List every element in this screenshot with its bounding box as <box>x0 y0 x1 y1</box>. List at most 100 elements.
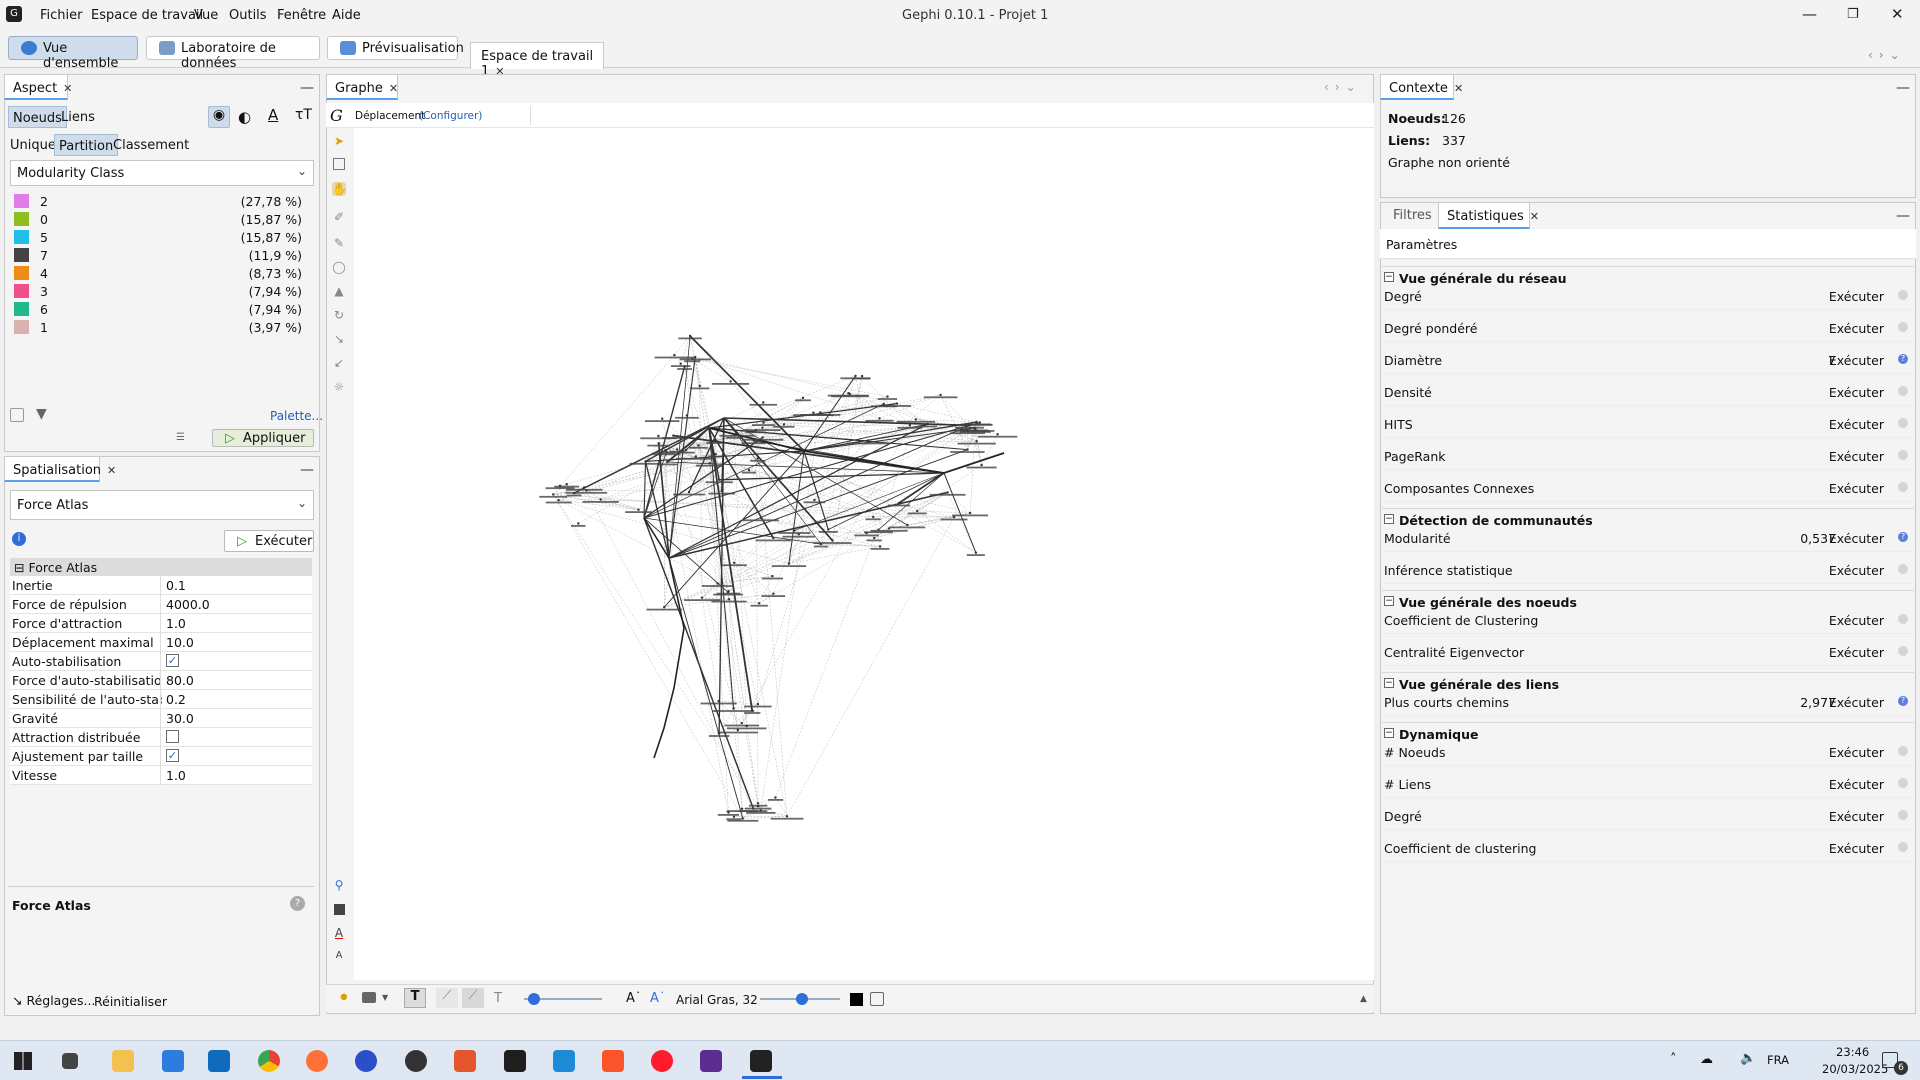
execute-button[interactable]: Exécuter <box>1829 563 1884 578</box>
node[interactable] <box>657 442 660 445</box>
execute-button[interactable]: Exécuter <box>1829 417 1884 432</box>
minimize-panel-icon[interactable]: — <box>1896 208 1910 224</box>
node[interactable] <box>774 796 777 799</box>
tab-statistiques[interactable]: Statistiques ✕ <box>1438 202 1539 229</box>
report-icon[interactable]: ? <box>1898 532 1908 542</box>
task-view-icon[interactable] <box>62 1053 78 1069</box>
label-color-swatch[interactable] <box>850 993 863 1006</box>
close-icon[interactable]: ✕ <box>107 464 116 477</box>
node[interactable] <box>752 439 755 442</box>
edge[interactable] <box>878 472 945 531</box>
expand-icon[interactable]: ▲ <box>1360 994 1367 1004</box>
node[interactable] <box>661 417 664 420</box>
node[interactable] <box>756 457 759 460</box>
heat-icon[interactable]: ☼ <box>332 380 346 394</box>
label-color-icon[interactable]: A <box>268 106 278 124</box>
tab-noeuds[interactable]: Noeuds <box>8 106 67 128</box>
node[interactable] <box>756 805 760 808</box>
execute-button[interactable]: Exécuter <box>1829 645 1884 660</box>
parameters-bar[interactable]: Paramètres <box>1380 229 1916 259</box>
node[interactable] <box>740 807 744 810</box>
node[interactable] <box>939 393 942 397</box>
node[interactable] <box>926 422 929 426</box>
edge[interactable] <box>658 435 908 526</box>
partition-color-swatch[interactable] <box>14 212 29 226</box>
app-icon[interactable] <box>454 1050 476 1072</box>
node[interactable] <box>717 699 720 703</box>
edge[interactable] <box>828 472 945 530</box>
node[interactable] <box>812 411 815 414</box>
brush-icon[interactable]: ✎ <box>332 236 346 250</box>
node[interactable] <box>966 448 969 451</box>
slider-handle[interactable] <box>528 993 540 1005</box>
node[interactable] <box>717 732 721 735</box>
help-icon[interactable]: ? <box>290 896 305 911</box>
property-value[interactable]: 1.0 <box>166 768 186 783</box>
menu-fenetre[interactable]: Fenêtre <box>277 8 326 23</box>
mode-partition[interactable]: Partition <box>54 134 119 156</box>
partition-color-swatch[interactable] <box>14 194 29 208</box>
node[interactable] <box>974 551 978 554</box>
node[interactable] <box>761 426 764 429</box>
edge[interactable] <box>643 517 729 593</box>
lightbulb-icon[interactable]: ⚫ <box>338 990 350 1006</box>
node[interactable] <box>872 515 875 519</box>
property-row[interactable]: Vitesse 1.0 <box>10 766 312 785</box>
node[interactable] <box>583 486 586 489</box>
node[interactable] <box>914 418 917 421</box>
tab-aspect[interactable]: Aspect ✕ <box>4 74 72 100</box>
execute-button[interactable]: Exécuter <box>1829 613 1884 628</box>
mode-unique[interactable]: Unique <box>10 138 56 153</box>
figma-icon[interactable] <box>504 1050 526 1072</box>
node[interactable] <box>714 452 717 456</box>
property-row[interactable]: Sensibilité de l'auto-stabilisa 0.2 <box>10 690 312 709</box>
node[interactable] <box>762 421 765 424</box>
node[interactable] <box>727 811 730 814</box>
execute-button[interactable]: Exécuter <box>1829 777 1884 792</box>
screenshot-icon[interactable] <box>362 992 376 1003</box>
node[interactable] <box>895 402 899 405</box>
edge[interactable] <box>709 463 744 819</box>
size-tool-icon[interactable]: ◯ <box>332 260 346 274</box>
edge[interactable] <box>762 397 804 438</box>
node[interactable] <box>761 436 764 439</box>
windows-start-icon[interactable] <box>14 1052 32 1070</box>
edge[interactable] <box>728 591 744 819</box>
node[interactable] <box>687 490 691 494</box>
edge[interactable] <box>552 494 759 807</box>
minimize-icon[interactable]: — <box>1802 5 1817 23</box>
node[interactable] <box>732 815 736 818</box>
show-labels-icon[interactable]: T <box>404 988 426 1008</box>
edge[interactable] <box>664 583 718 608</box>
property-row[interactable]: Déplacement maximal 10.0 <box>10 633 312 652</box>
edge[interactable] <box>775 537 875 798</box>
partition-color-swatch[interactable] <box>14 320 29 334</box>
node[interactable] <box>557 498 560 502</box>
partition-color-swatch[interactable] <box>14 284 29 298</box>
tab-filtres[interactable]: Filtres <box>1393 208 1432 223</box>
node[interactable] <box>980 463 983 467</box>
font-scale-slider[interactable] <box>760 993 840 1005</box>
edge-icon[interactable]: ⟋ <box>436 988 458 1008</box>
preview-button[interactable]: Prévisualisation <box>327 36 464 60</box>
node[interactable] <box>759 516 762 520</box>
node[interactable] <box>866 439 869 443</box>
edge[interactable] <box>786 516 955 817</box>
node[interactable] <box>694 455 697 458</box>
node[interactable] <box>733 561 736 564</box>
edge[interactable] <box>717 502 900 584</box>
property-checkbox[interactable]: ✓ <box>166 654 179 667</box>
edit-icon[interactable]: ✐ <box>332 210 346 224</box>
volume-icon[interactable]: 🔈 <box>1740 1051 1756 1066</box>
node[interactable] <box>772 592 775 595</box>
partition-color-swatch[interactable] <box>14 248 29 262</box>
edge[interactable] <box>698 445 760 604</box>
opera-icon[interactable] <box>651 1050 673 1072</box>
node[interactable] <box>946 491 949 494</box>
partition-color-swatch[interactable] <box>14 302 29 316</box>
rotate-icon[interactable]: ↻ <box>332 308 346 322</box>
node[interactable] <box>756 702 760 706</box>
language[interactable]: FRA <box>1767 1053 1789 1067</box>
shortest-path-icon[interactable]: ↙ <box>332 356 346 370</box>
graph-canvas[interactable] <box>354 128 1374 980</box>
